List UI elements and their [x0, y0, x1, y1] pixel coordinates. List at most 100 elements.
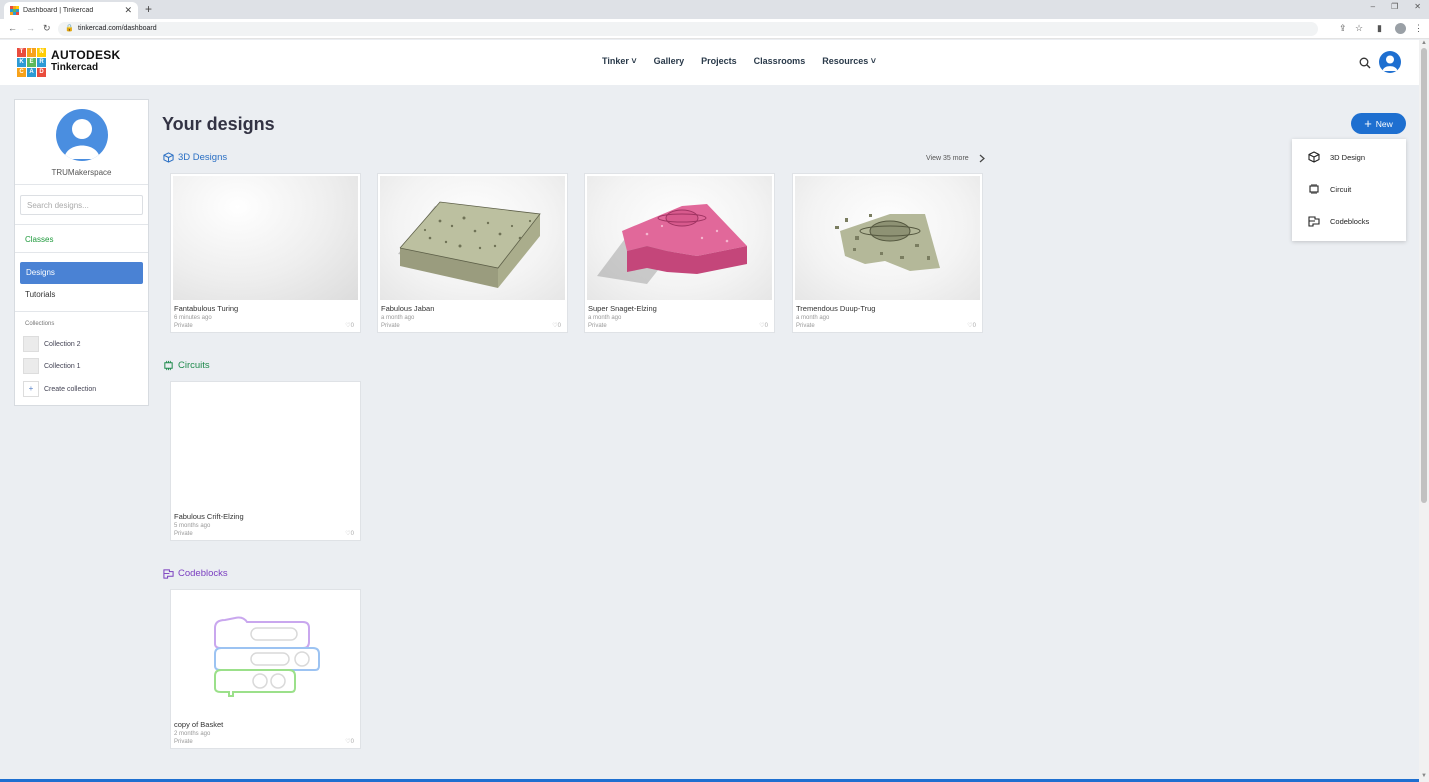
scrollbar-thumb[interactable]	[1421, 48, 1427, 503]
minimize-button[interactable]: –	[1371, 2, 1375, 11]
design-time: 6 minutes ago	[174, 315, 212, 321]
page-scrollbar[interactable]: ▲ ▼	[1419, 40, 1429, 782]
sidebar-item-classes[interactable]: Classes	[25, 235, 53, 244]
design-thumbnail	[380, 176, 565, 300]
site-header: T I N K E R C A D AUTODESK Tinkercad Tin…	[0, 40, 1429, 85]
section-label: 3D Designs	[178, 152, 228, 163]
design-privacy: Private	[174, 323, 193, 329]
scroll-down-icon[interactable]: ▼	[1421, 773, 1427, 779]
likes-count: ♡0	[552, 323, 561, 329]
user-avatar-icon[interactable]	[1379, 51, 1401, 73]
browser-profile-icon[interactable]	[1395, 23, 1406, 34]
forward-icon[interactable]: →	[26, 23, 35, 33]
tinkercad-logo-icon[interactable]: T I N K E R C A D	[17, 48, 46, 77]
section-label: Codeblocks	[178, 568, 228, 579]
design-time: a month ago	[796, 315, 830, 321]
username[interactable]: TRUMakerspace	[15, 168, 148, 177]
profile-avatar-icon[interactable]	[56, 109, 108, 161]
logo-letter: R	[37, 58, 46, 67]
search-designs-input[interactable]	[20, 195, 143, 215]
view-more-label: View 35 more	[926, 155, 969, 162]
menu-item-label: 3D Design	[1330, 152, 1366, 162]
address-bar: ← → ↻ 🔒 tinkercad.com/dashboard ⇪ ☆ ▮ ⋮	[0, 19, 1429, 39]
window-controls: – ❐ ✕	[1371, 2, 1421, 11]
collection-item[interactable]: Collection 2	[23, 336, 81, 352]
design-thumbnail	[587, 176, 772, 300]
menu-item-codeblocks[interactable]: Codeblocks	[1308, 215, 1369, 227]
likes-count: ♡0	[345, 531, 354, 537]
share-icon[interactable]: ⇪	[1339, 23, 1347, 34]
design-privacy: Private	[796, 323, 815, 329]
menu-item-3d-design[interactable]: 3D Design	[1308, 151, 1365, 163]
sidebar-item-tutorials[interactable]: Tutorials	[25, 290, 55, 299]
section-circuits[interactable]: Circuits	[163, 360, 210, 371]
logo-letter: T	[17, 48, 26, 57]
create-collection-label: Create collection	[44, 385, 97, 393]
browser-menu-icon[interactable]: ⋮	[1414, 23, 1423, 34]
design-privacy: Private	[588, 323, 607, 329]
view-more-link[interactable]: View 35 more	[926, 154, 985, 163]
design-name: Fabulous Crift-Elzing	[174, 512, 244, 521]
url-field[interactable]: 🔒 tinkercad.com/dashboard	[58, 22, 1318, 36]
divider	[15, 311, 148, 312]
menu-item-circuit[interactable]: Circuit	[1308, 183, 1351, 195]
url-text: tinkercad.com/dashboard	[78, 25, 157, 32]
design-card[interactable]: Fabulous Jaban a month ago Private ♡0	[377, 173, 568, 333]
new-button[interactable]: + New	[1351, 113, 1406, 134]
design-name: Super Snaget-Elzing	[588, 304, 657, 313]
sidebar-item-designs[interactable]: Designs	[20, 262, 143, 284]
chevron-right-icon	[979, 154, 985, 163]
nav-classrooms[interactable]: Classrooms	[754, 56, 806, 66]
design-name: Tremendous Duup-Trug	[796, 304, 876, 313]
new-tab-button[interactable]: +	[145, 2, 152, 17]
nav-tinker[interactable]: Tinker ˅	[602, 56, 637, 66]
plus-icon: +	[23, 381, 39, 397]
logo-letter: E	[27, 58, 36, 67]
search-icon[interactable]	[1359, 56, 1371, 74]
design-card[interactable]: Fantabulous Turing 6 minutes ago Private…	[170, 173, 361, 333]
browser-tab-bar: Dashboard | Tinkercad ✕ + – ❐ ✕	[0, 0, 1429, 19]
nav-gallery[interactable]: Gallery	[654, 56, 685, 66]
design-thumbnail	[795, 176, 980, 300]
reload-icon[interactable]: ↻	[43, 23, 51, 34]
create-collection-button[interactable]: + Create collection	[23, 381, 96, 397]
design-time: 2 months ago	[174, 731, 211, 737]
tab-title: Dashboard | Tinkercad	[23, 7, 94, 14]
codeblocks-card[interactable]: copy of Basket 2 months ago Private ♡0	[170, 589, 361, 749]
likes-count: ♡0	[759, 323, 768, 329]
close-window-button[interactable]: ✕	[1414, 2, 1421, 11]
likes-count: ♡0	[345, 739, 354, 745]
new-dropdown-menu: 3D Design Circuit Codeblocks	[1292, 139, 1406, 241]
logo-letter: C	[17, 68, 26, 77]
design-thumbnail	[173, 176, 358, 300]
circuit-icon	[1309, 184, 1319, 194]
sidepanel-icon[interactable]: ▮	[1377, 23, 1382, 34]
circuit-card[interactable]: Fabulous Crift-Elzing 5 months ago Priva…	[170, 381, 361, 541]
design-card[interactable]: Super Snaget-Elzing a month ago Private …	[584, 173, 775, 333]
section-codeblocks[interactable]: Codeblocks	[163, 568, 228, 579]
likes-count: ♡0	[345, 323, 354, 329]
section-label: Circuits	[178, 360, 210, 371]
browser-tab[interactable]: Dashboard | Tinkercad ✕	[4, 2, 138, 19]
codeblocks-icon	[163, 569, 174, 579]
main-nav: Tinker ˅ Gallery Projects Classrooms Res…	[602, 56, 876, 66]
nav-projects[interactable]: Projects	[701, 56, 737, 66]
design-card[interactable]: Tremendous Duup-Trug a month ago Private…	[792, 173, 983, 333]
menu-item-label: Codeblocks	[1330, 216, 1370, 226]
scroll-up-icon[interactable]: ▲	[1421, 40, 1427, 46]
restore-button[interactable]: ❐	[1391, 2, 1398, 11]
design-privacy: Private	[381, 323, 400, 329]
nav-resources[interactable]: Resources ˅	[822, 56, 876, 66]
tab-close-icon[interactable]: ✕	[124, 5, 132, 16]
collection-label: Collection 1	[44, 362, 81, 370]
back-icon[interactable]: ←	[8, 23, 17, 33]
bookmark-star-icon[interactable]: ☆	[1355, 23, 1363, 34]
collection-item[interactable]: Collection 1	[23, 358, 81, 374]
logo-letter: D	[37, 68, 46, 77]
design-time: a month ago	[381, 315, 415, 321]
design-privacy: Private	[174, 531, 193, 537]
section-3d-designs[interactable]: 3D Designs	[163, 152, 227, 163]
brand-text[interactable]: AUTODESK Tinkercad	[51, 49, 121, 74]
collection-thumbnail	[23, 336, 39, 352]
design-time: 5 months ago	[174, 523, 211, 529]
